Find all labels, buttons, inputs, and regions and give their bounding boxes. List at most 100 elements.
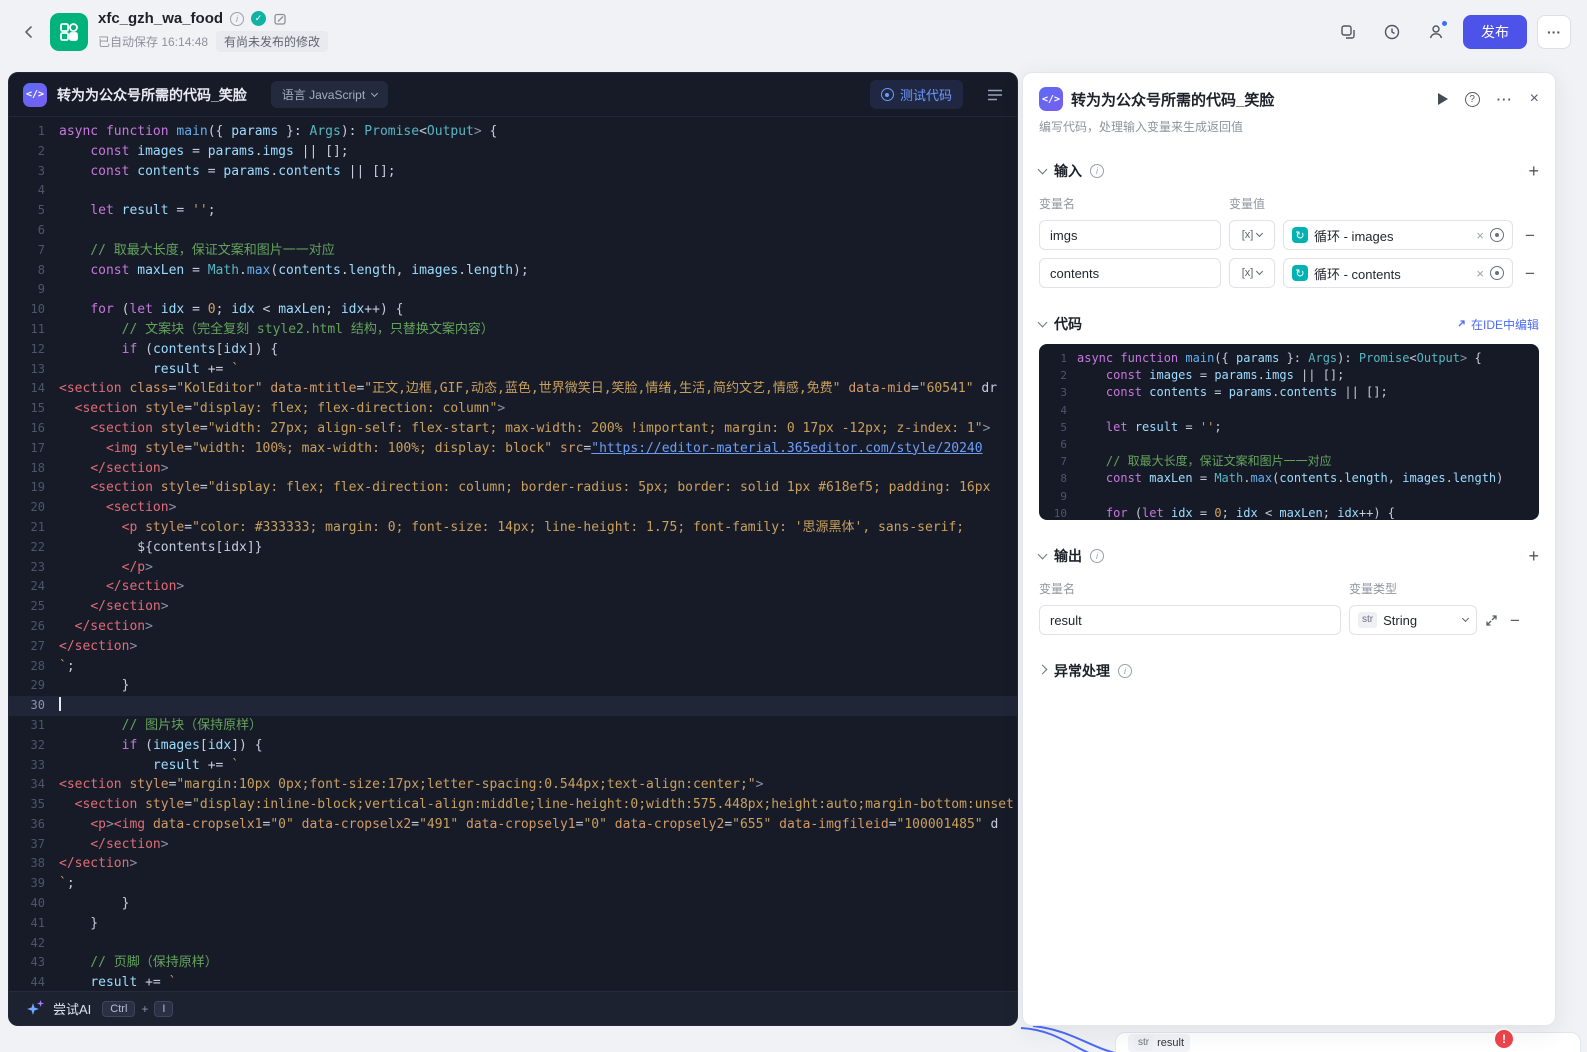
code-section-header[interactable]: 代码 在IDE中编辑 [1039, 314, 1539, 334]
variable-type-selector[interactable]: [x] [1229, 220, 1275, 250]
line-number: 1 [9, 122, 59, 142]
loop-icon: ↻ [1292, 227, 1308, 243]
more-button[interactable]: ··· [1537, 15, 1571, 49]
line-number: 6 [9, 221, 59, 241]
variable-name-input[interactable]: imgs [1039, 220, 1221, 250]
chevron-down-icon [1038, 318, 1048, 328]
add-input-button[interactable]: + [1528, 162, 1539, 180]
test-code-button[interactable]: 测试代码 [870, 80, 963, 109]
code-line: 30 [9, 696, 1017, 716]
add-output-button[interactable]: + [1528, 547, 1539, 565]
variable-value-select[interactable]: ↻循环 - contents× [1283, 258, 1513, 288]
remove-variable-button[interactable]: − [1521, 227, 1539, 244]
code-line: 17 <img style="width: 100%; max-width: 1… [9, 439, 1017, 459]
chevron-down-icon [1256, 230, 1263, 237]
chevron-right-icon [1038, 665, 1048, 675]
line-number: 34 [9, 775, 59, 795]
collaborators-icon[interactable] [1419, 15, 1453, 49]
type-tag: str [1358, 612, 1377, 628]
line-number: 38 [9, 854, 59, 874]
edit-in-ide-label: 在IDE中编辑 [1471, 316, 1539, 333]
error-badge-icon: ! [1493, 1028, 1515, 1050]
chevron-down-icon [1462, 615, 1469, 622]
line-number: 36 [9, 815, 59, 835]
editor-menu-icon[interactable] [987, 88, 1003, 102]
line-number: 6 [1039, 436, 1077, 453]
info-icon[interactable]: i [1118, 664, 1132, 678]
line-number: 8 [9, 261, 59, 281]
run-node-icon[interactable] [1438, 93, 1448, 105]
help-icon[interactable]: ? [1465, 92, 1480, 107]
remove-variable-button[interactable]: − [1506, 612, 1524, 629]
line-number: 18 [9, 459, 59, 479]
workflow-canvas[interactable]: strresult ! [1019, 1026, 1587, 1052]
duplicate-icon[interactable] [1331, 15, 1365, 49]
open-external-icon [1455, 319, 1466, 330]
code-preview[interactable]: 1async function main({ params }: Args): … [1039, 344, 1539, 520]
line-number: 2 [1039, 367, 1077, 384]
line-number: 43 [9, 953, 59, 973]
remove-variable-button[interactable]: − [1521, 265, 1539, 282]
code-line: 33 result += ` [9, 756, 1017, 776]
type-label: String [1383, 613, 1457, 628]
language-selector[interactable]: 语言 JavaScript [271, 81, 388, 108]
variable-chip: strresult [1128, 1034, 1190, 1052]
code-line: 14<section class="KolEditor" data-mtitle… [9, 379, 1017, 399]
clear-icon[interactable]: × [1476, 229, 1484, 242]
panel-subtitle: 编写代码，处理输入变量来生成返回值 [1039, 118, 1539, 135]
line-number: 1 [1039, 350, 1077, 367]
line-number: 22 [9, 538, 59, 558]
input-section-header[interactable]: 输入 i + [1039, 161, 1539, 181]
clear-icon[interactable]: × [1476, 267, 1484, 280]
code-section: 代码 在IDE中编辑 1async function main({ params… [1039, 314, 1539, 520]
code-line: 44 result += ` [9, 973, 1017, 991]
info-icon[interactable]: i [1090, 549, 1104, 563]
line-number: 10 [1039, 505, 1077, 520]
line-number: 11 [9, 320, 59, 340]
output-section-header[interactable]: 输出 i + [1039, 546, 1539, 566]
info-icon[interactable]: i [1090, 164, 1104, 178]
line-number: 30 [9, 696, 59, 716]
code-line: 41 } [9, 914, 1017, 934]
line-number: 35 [9, 795, 59, 815]
publish-button[interactable]: 发布 [1463, 15, 1527, 49]
line-number: 44 [9, 973, 59, 991]
line-number: 10 [9, 300, 59, 320]
code-line: 39`; [9, 874, 1017, 894]
input-section-title: 输入 [1054, 161, 1082, 181]
code-line: 18 </section> [9, 459, 1017, 479]
variable-name-input[interactable]: contents [1039, 258, 1221, 288]
chevron-down-icon [1038, 550, 1048, 560]
back-button[interactable] [16, 19, 42, 45]
column-variable-value: 变量值 [1229, 195, 1265, 212]
edit-in-ide-link[interactable]: 在IDE中编辑 [1455, 316, 1539, 333]
keyboard-key: I [154, 1001, 173, 1017]
code-editor-panel: </> 转为为公众号所需的代码_笑脸 语言 JavaScript 测试代码 1a… [8, 72, 1018, 1026]
close-icon[interactable]: × [1530, 91, 1539, 107]
edit-icon[interactable] [273, 12, 287, 26]
code-node-icon: </> [23, 83, 47, 107]
unpublished-badge: 有尚未发布的修改 [216, 31, 328, 52]
code-line: 5 let result = ''; [1039, 419, 1539, 436]
ai-assist-bar[interactable]: 尝试AI Ctrl+I [9, 991, 1017, 1025]
exception-section-header[interactable]: 异常处理 i [1039, 661, 1539, 681]
input-rows: imgs [x] ↻循环 - images×− contents [x] ↻循环 - co… [1039, 220, 1539, 288]
code-line: 23 </p> [9, 558, 1017, 578]
variable-type-selector[interactable]: [x] [1229, 258, 1275, 288]
code-line: 10 for (let idx = 0; idx < maxLen; idx++… [1039, 505, 1539, 520]
project-title: xfc_gzh_wa_food [98, 10, 223, 27]
history-icon[interactable] [1375, 15, 1409, 49]
try-ai-label: 尝试AI [53, 999, 91, 1018]
code-editor[interactable]: 1async function main({ params }: Args): … [9, 117, 1017, 991]
expand-icon[interactable] [1485, 614, 1498, 627]
variable-type-selector[interactable]: str String [1349, 605, 1477, 635]
code-line: 34<section style="margin:10px 0px;font-s… [9, 775, 1017, 795]
settings-icon[interactable] [1490, 266, 1504, 280]
settings-icon[interactable] [1490, 228, 1504, 242]
variable-name-input[interactable]: result [1039, 605, 1341, 635]
variable-value-select[interactable]: ↻循环 - images× [1283, 220, 1513, 250]
more-icon[interactable]: ··· [1497, 92, 1513, 107]
info-icon[interactable]: i [230, 12, 244, 26]
code-line: 16 <section style="width: 27px; align-se… [9, 419, 1017, 439]
topbar: xfc_gzh_wa_food i ✓ 已自动保存 16:14:48 有尚未发布… [0, 0, 1587, 64]
